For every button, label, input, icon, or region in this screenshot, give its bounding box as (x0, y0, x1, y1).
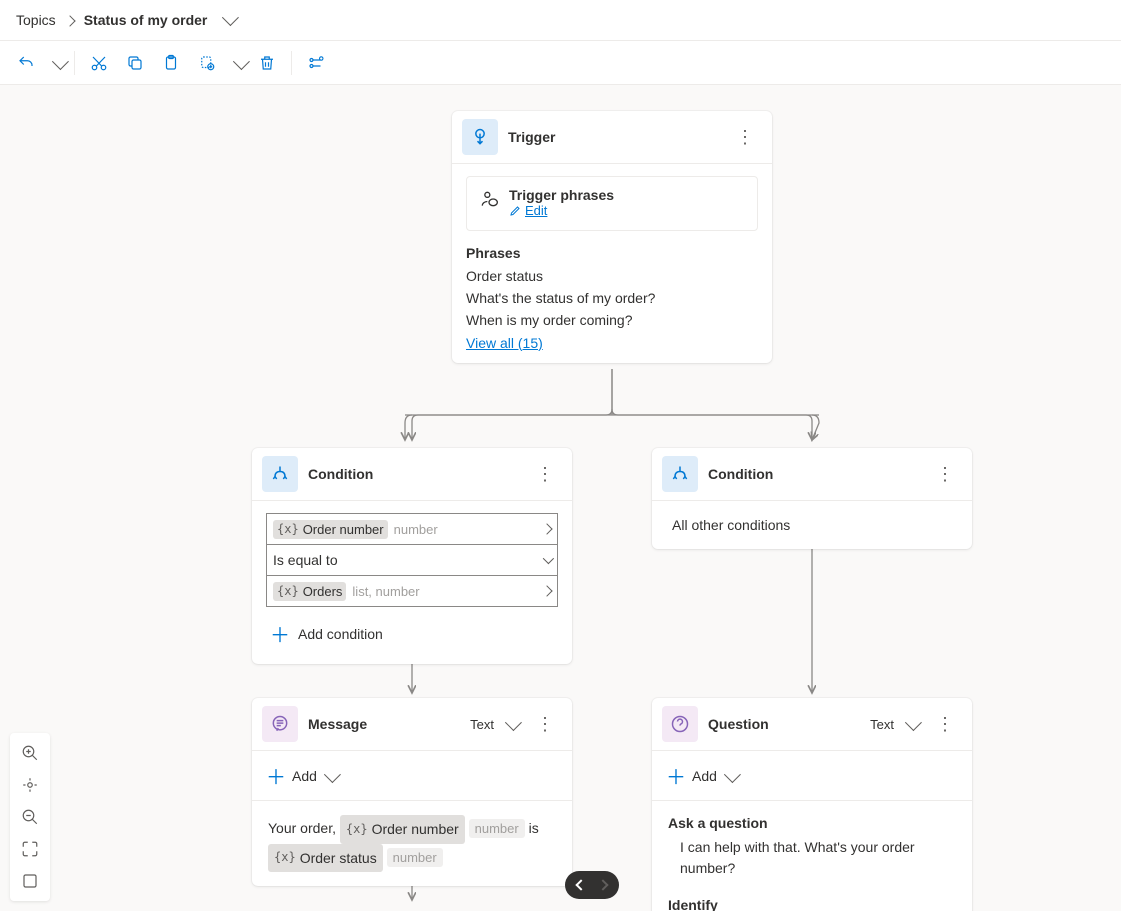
variable-type: number (387, 848, 443, 867)
toolbar-separator (291, 51, 292, 75)
variable-type: number (469, 819, 525, 838)
question-title: Question (708, 716, 860, 732)
trigger-header: Trigger ⋮ (452, 111, 772, 164)
chevron-down-icon (724, 766, 741, 783)
plus-icon: ＋ (666, 761, 686, 790)
breadcrumb-bar: Topics Status of my order (0, 0, 1121, 41)
trigger-phrases-summary[interactable]: Trigger phrases Edit (466, 176, 758, 231)
message-header: Message Text ⋮ (252, 698, 572, 751)
plus-icon: ＋ (266, 761, 286, 790)
plus-icon: ＋ (270, 619, 290, 648)
prev-variation-button[interactable] (571, 875, 591, 895)
paste-dropdown[interactable] (227, 47, 247, 79)
trigger-title: Trigger (508, 129, 718, 145)
fit-view-button[interactable] (14, 833, 46, 865)
node-menu-button[interactable]: ⋮ (528, 465, 562, 484)
pencil-icon (509, 205, 521, 217)
chevron-right-icon (541, 585, 552, 596)
chevron-down-icon (233, 53, 250, 70)
question-node[interactable]: Question Text ⋮ ＋ Add Ask a question I c… (652, 698, 972, 911)
trigger-icon (462, 119, 498, 155)
topic-dropdown[interactable] (217, 12, 235, 28)
condition-node[interactable]: Condition ⋮ {x}Order number number Is eq… (252, 448, 572, 664)
node-menu-button[interactable]: ⋮ (928, 715, 962, 734)
toolbar (0, 41, 1121, 85)
mini-map-button[interactable] (14, 865, 46, 897)
question-icon (662, 706, 698, 742)
chevron-down-icon (543, 553, 554, 564)
message-title: Message (308, 716, 460, 732)
authoring-canvas[interactable]: Trigger ⋮ Trigger phrases Edit Phrases O… (0, 85, 1121, 911)
message-body[interactable]: Your order, {x}Order number number is {x… (252, 801, 572, 886)
variable-pill[interactable]: {x}Order number (340, 815, 465, 844)
toolbar-separator (74, 51, 75, 75)
chevron-down-icon (905, 714, 922, 731)
message-text: is (529, 820, 539, 836)
add-message-variation-button[interactable]: ＋ Add (252, 751, 572, 801)
zoom-reset-button[interactable] (14, 769, 46, 801)
copy-button[interactable] (119, 47, 151, 79)
trigger-phrase: What's the status of my order? (466, 287, 758, 309)
message-view-dropdown[interactable]: Text (470, 717, 518, 732)
chevron-down-icon (222, 9, 239, 26)
paste-button[interactable] (155, 47, 187, 79)
branch-icon (262, 456, 298, 492)
condition-operator-picker[interactable]: Is equal to (266, 544, 558, 576)
ask-question-label: Ask a question (652, 801, 972, 837)
zoom-toolbar (10, 733, 50, 901)
node-menu-button[interactable]: ⋮ (928, 465, 962, 484)
cut-button[interactable] (83, 47, 115, 79)
node-menu-button[interactable]: ⋮ (728, 128, 762, 147)
view-all-link[interactable]: View all (15) (466, 331, 543, 351)
message-icon (262, 706, 298, 742)
node-menu-button[interactable]: ⋮ (528, 715, 562, 734)
chevron-down-icon (52, 53, 69, 70)
trigger-phrase: When is my order coming? (466, 309, 758, 331)
condition-title: Condition (308, 466, 518, 482)
zoom-in-button[interactable] (14, 737, 46, 769)
condition-header: Condition ⋮ (652, 448, 972, 501)
message-text: Your order, (268, 820, 340, 836)
variation-pager (565, 871, 619, 899)
trigger-phrases-label: Trigger phrases (509, 187, 614, 203)
breadcrumb-root[interactable]: Topics (16, 12, 56, 28)
condition-title: Condition (708, 466, 918, 482)
variables-button[interactable] (300, 47, 332, 79)
next-variation-button[interactable] (593, 875, 613, 895)
message-node[interactable]: Message Text ⋮ ＋ Add Your order, {x}Orde… (252, 698, 572, 886)
phrases-section-label: Phrases (466, 245, 758, 261)
add-condition-button[interactable]: ＋ Add condition (266, 607, 558, 652)
trigger-node[interactable]: Trigger ⋮ Trigger phrases Edit Phrases O… (452, 111, 772, 363)
identify-label: Identify (652, 893, 972, 911)
question-prompt[interactable]: I can help with that. What's your order … (652, 837, 972, 893)
question-header: Question Text ⋮ (652, 698, 972, 751)
condition-header: Condition ⋮ (252, 448, 572, 501)
paste-special-button[interactable] (191, 47, 223, 79)
undo-dropdown[interactable] (46, 47, 66, 79)
chevron-right-icon (66, 12, 74, 28)
add-question-variation-button[interactable]: ＋ Add (652, 751, 972, 801)
trigger-phrase: Order status (466, 265, 758, 287)
edit-link[interactable]: Edit (509, 203, 547, 218)
undo-button[interactable] (10, 47, 42, 79)
all-other-conditions-label: All other conditions (652, 501, 972, 549)
breadcrumb-current[interactable]: Status of my order (84, 12, 208, 28)
delete-button[interactable] (251, 47, 283, 79)
question-view-dropdown[interactable]: Text (870, 717, 918, 732)
person-chat-icon (479, 187, 499, 220)
zoom-out-button[interactable] (14, 801, 46, 833)
condition-variable-picker[interactable]: {x}Order number number (266, 513, 558, 545)
condition-value-picker[interactable]: {x}Orders list, number (266, 575, 558, 607)
chevron-down-icon (505, 714, 522, 731)
variable-pill[interactable]: {x}Order status (268, 844, 383, 873)
chevron-down-icon (324, 766, 341, 783)
condition-node-other[interactable]: Condition ⋮ All other conditions (652, 448, 972, 549)
branch-icon (662, 456, 698, 492)
chevron-right-icon (541, 523, 552, 534)
